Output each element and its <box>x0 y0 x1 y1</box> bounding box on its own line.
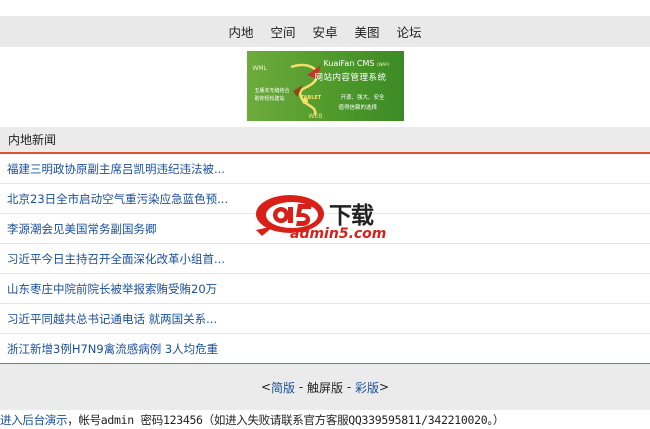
admin-demo-note: 进入后台演示，帐号admin 密码123456（如进入失败请联系官方客服QQ33… <box>0 412 650 428</box>
list-item: 山东枣庄中院前院长被举报索贿受贿20万 <box>0 274 650 304</box>
banner-left-text-2: 助你轻松建站 <box>254 96 285 102</box>
footer-version-bar: < 简版 - 触屏版 - 彩版 > <box>0 364 650 410</box>
admin5-watermark: 下载 admin5.com <box>254 190 404 250</box>
banner-wml-label: WML <box>252 65 267 72</box>
nav-item-neidi[interactable]: 内地 <box>228 22 253 41</box>
nav-item-luntan[interactable]: 论坛 <box>397 22 422 41</box>
news-link[interactable]: 浙江新增3例H7N9禽流感病例 3人均危重 <box>7 341 218 357</box>
section-header: 内地新闻 <box>0 127 650 154</box>
footer-bracket-close: > <box>378 380 390 394</box>
cms-banner[interactable]: WML TABLET WEB KuaiFan CMS (WAP) 网站内容管理系… <box>246 51 404 121</box>
news-link[interactable]: 李源潮会见美国常务副国务卿 <box>7 221 157 237</box>
watermark-cn-text: 下载 <box>329 203 374 229</box>
news-link[interactable]: 山东枣庄中院前院长被举报索贿受贿20万 <box>7 281 217 297</box>
footer-separator: - <box>343 380 355 394</box>
section-title: 内地新闻 <box>8 133 57 147</box>
admin-demo-link[interactable]: 进入后台演示 <box>0 413 68 427</box>
banner-container: WML TABLET WEB KuaiFan CMS (WAP) 网站内容管理系… <box>0 47 650 125</box>
watermark-en-text: admin5.com <box>290 226 387 242</box>
list-item: 福建三明政协原副主席吕凯明违纪违法被... <box>0 154 650 184</box>
banner-slogan-2: 值得信赖的选择 <box>338 105 378 111</box>
list-item: 习近平同越共总书记通电话 就两国关系... <box>0 304 650 334</box>
news-link[interactable]: 习近平同越共总书记通电话 就两国关系... <box>7 311 217 327</box>
news-link[interactable]: 福建三明政协原副主席吕凯明违纪违法被... <box>7 161 225 177</box>
footer-bracket-open: < <box>260 380 271 394</box>
news-link[interactable]: 北京23日全市启动空气重污染应急蓝色预... <box>7 191 228 207</box>
banner-left-text-1: 五版本无缝结合 <box>254 88 290 94</box>
nav-item-anzhuo[interactable]: 安卓 <box>312 22 337 41</box>
swirl-graphic-icon <box>290 63 321 116</box>
color-version-link[interactable]: 彩版 <box>355 379 379 396</box>
nav-item-meitu[interactable]: 美图 <box>355 22 380 41</box>
banner-slogan-1: 开源、强大、安全 <box>340 95 385 101</box>
banner-tablet-label: TABLET <box>300 95 322 101</box>
news-list: 福建三明政协原副主席吕凯明违纪违法被... 北京23日全市启动空气重污染应急蓝色… <box>0 154 650 365</box>
top-navigation: 内地 空间 安卓 美图 论坛 <box>0 16 650 47</box>
nav-item-kongjian[interactable]: 空间 <box>270 22 295 41</box>
touch-version-label: 触屏版 <box>306 380 343 395</box>
footer-separator: - <box>295 380 307 394</box>
banner-web-label: WEB <box>308 113 323 120</box>
news-link[interactable]: 习近平今日主持召开全面深化改革小组首... <box>7 251 225 267</box>
list-item: 浙江新增3例H7N9禽流感病例 3人均危重 <box>0 334 650 365</box>
admin-credentials-text: ，帐号admin 密码123456（如进入失败请联系官方客服QQ33959581… <box>67 413 505 427</box>
banner-cms-subtitle: 网站内容管理系统 <box>314 73 387 83</box>
simple-version-link[interactable]: 简版 <box>271 379 295 396</box>
banner-cms-title: KuaiFan CMS (WAP) <box>323 59 390 68</box>
